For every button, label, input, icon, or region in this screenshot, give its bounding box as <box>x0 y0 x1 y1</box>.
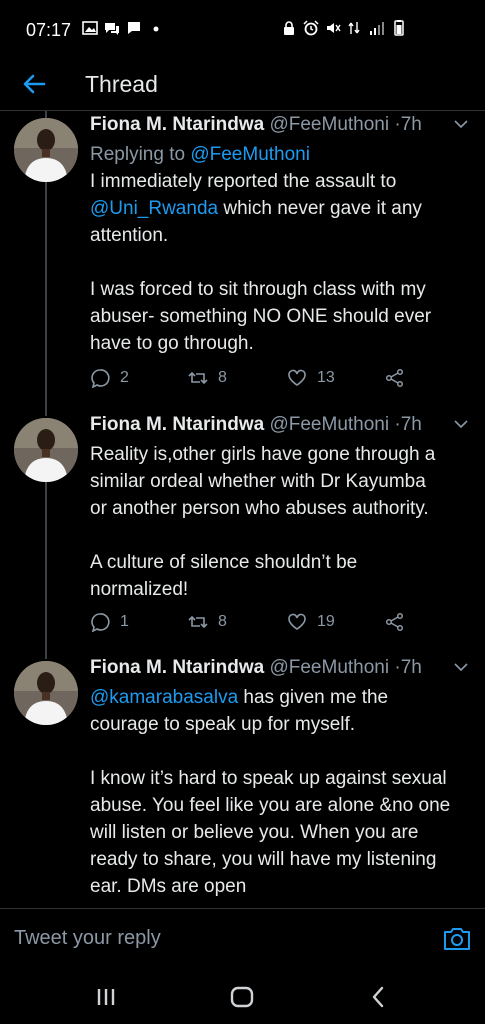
tweet-line: Reality is,other girls have gone through… <box>90 444 436 465</box>
retweet-icon <box>188 371 208 385</box>
like-count: 19 <box>317 613 335 630</box>
retweet-button[interactable]: 8 <box>188 368 227 388</box>
tweet-line: ready to share, you will have my listeni… <box>90 849 437 870</box>
retweet-button[interactable]: 8 <box>188 612 227 632</box>
tweet-line: will listen or believe you. When you are <box>90 822 419 843</box>
tweet-line: I was forced to sit through class with m… <box>90 279 426 300</box>
author-handle: @FeeMuthoni <box>269 414 390 435</box>
status-bar: 07:17 <box>0 0 485 60</box>
author-name[interactable]: Fiona M. Ntarindwa <box>90 657 264 678</box>
avatar[interactable] <box>14 418 78 482</box>
chevron-down-icon[interactable] <box>453 116 469 132</box>
tweet-actions: 1 8 19 <box>90 612 465 638</box>
reply-count: 2 <box>120 369 129 386</box>
heart-icon <box>288 613 306 630</box>
page-title: Thread <box>85 71 158 97</box>
alarm-icon <box>303 20 319 36</box>
tweet-actions: 2 8 13 <box>90 368 465 394</box>
lock-icon <box>284 21 294 35</box>
tweet-line: normalized! <box>90 579 189 600</box>
tweet-body: Reality is,other girls have gone through… <box>90 441 471 603</box>
replying-label: Replying to <box>90 144 186 165</box>
like-button[interactable]: 13 <box>287 368 335 388</box>
dot-icon <box>153 26 159 32</box>
tweet-line: similar ordeal whether with Dr Kayumba <box>90 471 426 492</box>
author-handle: @FeeMuthoni <box>269 657 390 678</box>
reply-icon <box>91 613 110 632</box>
system-nav-bar <box>0 968 485 1024</box>
author-handle: @FeeMuthoni <box>269 114 390 135</box>
tweet-line: have to go through. <box>90 333 254 354</box>
reply-button[interactable]: 1 <box>90 612 129 632</box>
tweet[interactable]: Fiona M. Ntarindwa @FeeMuthoni ·7h Reply… <box>0 114 485 404</box>
reply-button[interactable]: 2 <box>90 368 129 388</box>
tweet-line: courage to speak up for myself. <box>90 714 356 735</box>
author-name[interactable]: Fiona M. Ntarindwa <box>90 414 264 435</box>
avatar[interactable] <box>14 661 78 725</box>
back-arrow-icon[interactable] <box>20 70 48 98</box>
tweet-line: has given me the <box>238 687 389 708</box>
share-button[interactable] <box>385 612 405 632</box>
recents-icon[interactable] <box>92 983 120 1011</box>
tweet-time: 7h <box>400 414 422 435</box>
tweet[interactable]: Fiona M. Ntarindwa @FeeMuthoni ·7h Reali… <box>0 414 485 644</box>
replying-to-mention[interactable]: @FeeMuthoni <box>190 144 310 165</box>
tweet-line: I know it’s hard to speak up against sex… <box>90 768 447 789</box>
battery-icon <box>394 20 404 36</box>
like-button[interactable]: 19 <box>287 612 335 632</box>
network-icon <box>348 22 360 34</box>
tweet-line: which never gave it any <box>218 198 422 219</box>
status-time: 07:17 <box>26 20 72 40</box>
back-icon[interactable] <box>364 983 392 1011</box>
tweet-line: abuse. You feel like you are alone &no o… <box>90 795 451 816</box>
tweet[interactable]: Fiona M. Ntarindwa @FeeMuthoni ·7h @kama… <box>0 657 485 907</box>
tweet-line: or another person who abuses authority. <box>90 498 429 519</box>
chevron-down-icon[interactable] <box>453 659 469 675</box>
like-count: 13 <box>317 369 335 386</box>
mention-link[interactable]: @kamarabasalva <box>90 687 238 708</box>
retweet-count: 8 <box>218 613 227 630</box>
reply-composer[interactable]: Tweet your reply <box>0 908 485 969</box>
signal-icon <box>370 22 384 35</box>
tweet-line: ear. DMs are open <box>90 876 247 897</box>
mute-icon <box>327 23 341 33</box>
tweet-body: Replying to @FeeMuthoni I immediately re… <box>90 141 471 357</box>
gallery-icon <box>82 21 98 35</box>
tweet-meta: Fiona M. Ntarindwa @FeeMuthoni ·7h <box>90 657 471 683</box>
tweet-line: I immediately reported the assault to <box>90 171 397 192</box>
tweet-meta: Fiona M. Ntarindwa @FeeMuthoni ·7h <box>90 114 471 140</box>
tweet-time: 7h <box>400 114 422 135</box>
tweet-line: A culture of silence shouldn’t be <box>90 552 358 573</box>
reply-icon <box>91 369 110 388</box>
chat-icon <box>105 23 119 35</box>
tweet-meta: Fiona M. Ntarindwa @FeeMuthoni ·7h <box>90 414 471 440</box>
tweet-line: abuser- something NO ONE should ever <box>90 306 432 327</box>
heart-icon <box>288 369 306 386</box>
retweet-count: 8 <box>218 369 227 386</box>
author-name[interactable]: Fiona M. Ntarindwa <box>90 114 264 135</box>
reply-input[interactable]: Tweet your reply <box>14 927 161 950</box>
share-icon <box>385 368 404 388</box>
share-icon <box>385 612 404 632</box>
home-icon[interactable] <box>228 983 256 1011</box>
chevron-down-icon[interactable] <box>453 416 469 432</box>
avatar[interactable] <box>14 118 78 182</box>
tweet-body: @kamarabasalva has given me the courage … <box>90 684 471 900</box>
share-button[interactable] <box>385 368 405 388</box>
reply-count: 1 <box>120 613 129 630</box>
tweet-time: 7h <box>400 657 422 678</box>
retweet-icon <box>188 615 208 629</box>
mention-link[interactable]: @Uni_Rwanda <box>90 198 218 219</box>
message-icon <box>128 22 140 34</box>
camera-icon[interactable] <box>443 925 471 951</box>
tweet-line: attention. <box>90 225 169 246</box>
app-header: Thread <box>0 60 485 111</box>
